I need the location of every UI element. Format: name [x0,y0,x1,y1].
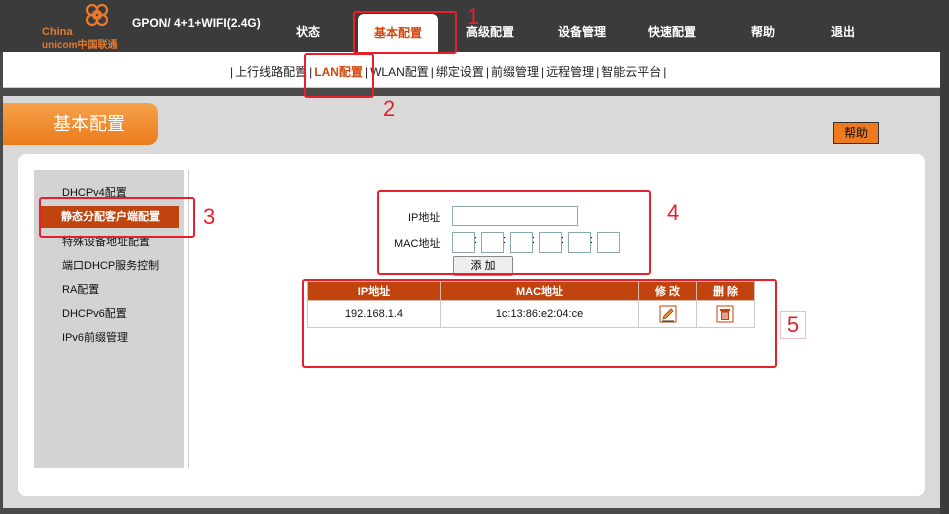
nav-status[interactable]: 状态 [296,23,320,40]
nav-logout[interactable]: 退出 [831,23,855,40]
annotation-number-2: 2 [383,96,396,121]
sub-navigation: | 上行线路配置 | LAN配置 | WLAN配置 | 绑定设置 | 前缀管理 | 远程管理 | 智能云平… [3,52,943,88]
annotation-number-1: 1 [467,4,480,29]
window-edge [940,0,949,514]
annotation-box-3 [39,197,195,238]
annotation-box-2 [304,53,374,98]
logo-text-line2: unicom中国联通 [42,40,118,51]
nav-device-management[interactable]: 设备管理 [558,23,606,40]
annotation-number-5: 5 [780,311,806,339]
help-button[interactable]: 帮助 [833,122,879,144]
subnav-prefix[interactable]: 前缀管理 [491,65,539,79]
device-model: GPON/ 4+1+WIFI(2.4G) [132,16,261,30]
subnav-uplink[interactable]: 上行线路配置 [235,65,307,79]
sidebar-item-dhcpv6[interactable]: DHCPv6配置 [62,305,127,321]
annotation-number-4: 4 [667,200,680,225]
nav-help[interactable]: 帮助 [751,23,775,40]
section-title: 基本配置 [3,103,158,145]
unicom-knot-icon [85,3,109,27]
annotation-box-5 [302,279,777,368]
china-unicom-logo: China unicom中国联通 [40,2,128,51]
annotation-number-3: 3 [203,204,216,229]
sidebar-item-ra[interactable]: RA配置 [62,281,99,297]
subnav-wlan[interactable]: WLAN配置 [370,65,429,79]
subnav-cloud[interactable]: 智能云平台 [601,65,661,79]
annotation-box-1 [353,11,457,54]
sidebar-item-port-dhcp[interactable]: 端口DHCP服务控制 [62,257,159,273]
subnav-binding[interactable]: 绑定设置 [436,65,484,79]
subnav-remote[interactable]: 远程管理 [546,65,594,79]
nav-quick-config[interactable]: 快速配置 [648,23,696,40]
sidebar-item-ipv6-prefix[interactable]: IPv6前缀管理 [62,329,128,345]
annotation-box-4 [377,190,651,275]
